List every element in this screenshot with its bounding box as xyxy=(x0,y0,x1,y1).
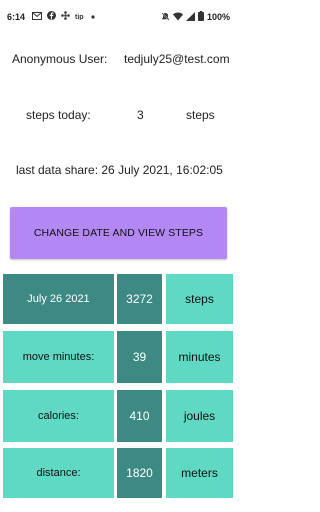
tip-icon: tip xyxy=(75,12,86,22)
status-time: 6:14 xyxy=(7,12,26,22)
status-bar: 6:14 tip 100% xyxy=(0,0,236,34)
steps-today-unit: steps xyxy=(186,108,215,122)
last-share-row: last data share: 26 July 2021, 16:02:05 xyxy=(0,163,236,179)
last-share-text: last data share: 26 July 2021, 16:02:05 xyxy=(16,163,223,177)
notification-icons: tip xyxy=(32,11,95,22)
steps-today-value: 3 xyxy=(137,108,144,122)
calories-value-cell: 410 xyxy=(117,390,162,442)
battery-icon xyxy=(197,11,204,23)
steps-value-cell: 3272 xyxy=(117,274,162,324)
svg-text:tip: tip xyxy=(75,14,84,20)
mute-icon xyxy=(161,12,170,23)
date-cell: July 26 2021 xyxy=(3,274,114,324)
wifi-icon xyxy=(172,12,183,23)
move-minutes-value-cell: 39 xyxy=(117,331,162,383)
steps-today-label: steps today: xyxy=(26,108,91,122)
dot-icon xyxy=(91,12,95,21)
steps-today-row: steps today: 3 steps xyxy=(0,108,236,124)
user-row: Anonymous User: tedjuly25@test.com xyxy=(0,52,236,68)
battery-level: 100% xyxy=(206,12,230,22)
change-date-button[interactable]: CHANGE DATE AND VIEW STEPS xyxy=(10,207,227,259)
move-minutes-label-cell: move minutes: xyxy=(3,331,114,383)
calories-label-cell: calories: xyxy=(3,390,114,442)
distance-label-cell: distance: xyxy=(3,448,114,498)
gmail-icon xyxy=(32,11,42,22)
user-label: Anonymous User: xyxy=(12,52,108,66)
signal-icon xyxy=(185,11,195,23)
cbc-icon xyxy=(61,11,70,22)
calories-unit-cell: joules xyxy=(166,390,233,442)
move-minutes-unit-cell: minutes xyxy=(166,331,233,383)
distance-value-cell: 1820 xyxy=(117,448,162,498)
system-icons: 100% xyxy=(161,11,230,23)
user-email: tedjuly25@test.com xyxy=(124,52,230,66)
facebook-icon xyxy=(47,11,56,22)
distance-unit-cell: meters xyxy=(166,448,233,498)
steps-unit-cell: steps xyxy=(166,274,233,324)
